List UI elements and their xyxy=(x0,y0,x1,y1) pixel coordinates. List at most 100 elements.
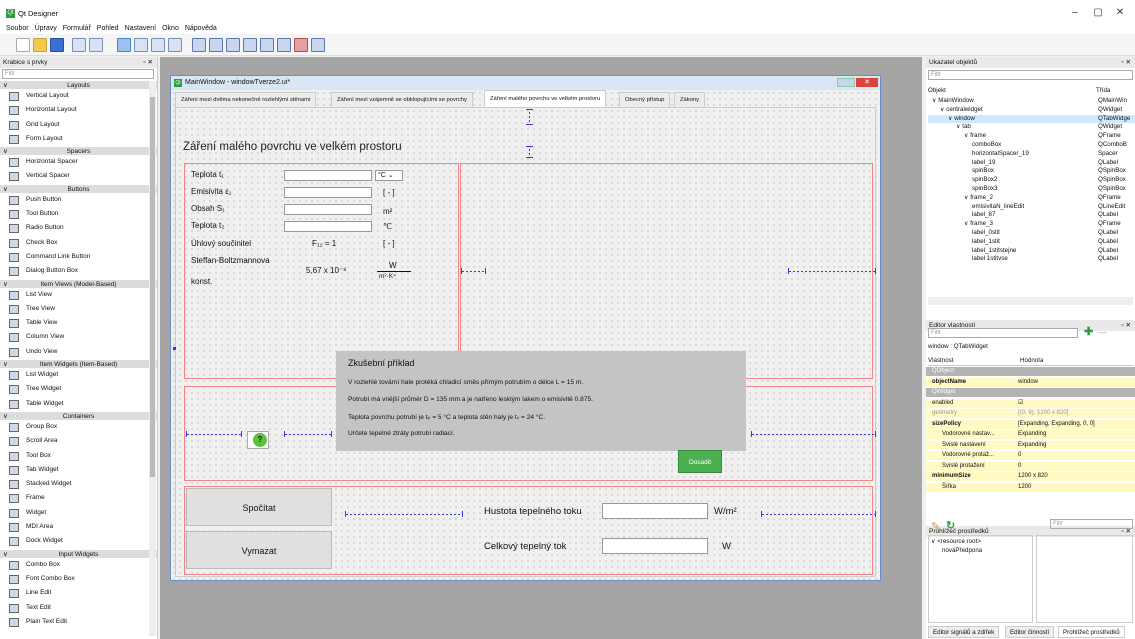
object-tree-row[interactable]: ∨ MainWindow QMainWin xyxy=(928,97,1135,106)
property-filter-input[interactable]: Filtr xyxy=(928,328,1078,338)
horizontal-spacer[interactable] xyxy=(761,511,876,517)
horizontal-spacer[interactable] xyxy=(186,431,242,437)
widget-item[interactable]: Combo Box xyxy=(0,558,157,572)
object-filter-input[interactable]: Filtr xyxy=(928,70,1133,80)
widget-item[interactable]: Tree View xyxy=(0,302,157,316)
tab-signal-editor[interactable]: Editor signálů a zdířek xyxy=(928,626,1000,638)
menu-okno[interactable]: Okno xyxy=(162,24,179,34)
edit-widgets-icon[interactable] xyxy=(117,38,131,52)
resource-root[interactable]: ∨ <resource root> xyxy=(931,538,981,545)
form-close-button[interactable]: ✕ xyxy=(856,78,878,87)
adjust-size-icon[interactable] xyxy=(311,38,325,52)
property-row[interactable]: QWidget xyxy=(926,388,1135,397)
property-row[interactable]: Šířka 1200 xyxy=(926,482,1135,492)
menu-nastaveni[interactable]: Nastavení xyxy=(125,24,157,34)
widget-item[interactable]: Tool Button xyxy=(0,207,157,221)
clear-button[interactable]: Vymazat xyxy=(186,531,332,569)
property-row[interactable]: Vodorovné nastav... Expanding xyxy=(926,430,1135,439)
object-tree-row[interactable]: label_87 QLabel xyxy=(928,211,1135,220)
property-row[interactable]: Svislé nastavení Expanding xyxy=(926,440,1135,450)
widget-item[interactable]: Horizontal Spacer xyxy=(0,155,157,169)
property-row[interactable]: Vodorovné protaž... 0 xyxy=(926,451,1135,460)
menu-soubor[interactable]: Soubor xyxy=(6,24,29,34)
compute-button[interactable]: Spočítat xyxy=(186,488,332,526)
edit-tab-order-icon[interactable] xyxy=(168,38,182,52)
remove-property-icon[interactable]: — xyxy=(1098,327,1107,337)
object-tree-hscrollbar[interactable] xyxy=(928,297,1133,305)
property-row[interactable]: QObject xyxy=(926,367,1135,376)
widget-item[interactable]: Check Box xyxy=(0,236,157,250)
property-row[interactable]: enabled ☑ xyxy=(926,398,1135,408)
object-tree-row[interactable]: ∨ frame_3 QFrame xyxy=(928,220,1135,229)
tab-obklopujici[interactable]: Záření mezi vzájemně se obklopujícími se… xyxy=(331,92,473,107)
menu-upravy[interactable]: Úpravy xyxy=(35,24,57,34)
category-header[interactable]: ∨ Buttons xyxy=(0,183,157,193)
tab-action-editor[interactable]: Editor činností xyxy=(1005,626,1055,638)
break-layout-icon[interactable] xyxy=(294,38,308,52)
widget-item[interactable]: Table View xyxy=(0,316,157,330)
widget-item[interactable]: Vertical Spacer xyxy=(0,169,157,183)
property-row[interactable]: minimumSize 1200 x 820 xyxy=(926,472,1135,481)
widget-item[interactable]: Dock Widget xyxy=(0,534,157,548)
edit-resources-icon[interactable]: ✎ xyxy=(931,520,940,533)
widget-item[interactable]: Grid Layout xyxy=(0,118,157,132)
object-tree-row[interactable]: ∨ window QTabWidge xyxy=(928,114,1135,124)
reload-icon[interactable]: ↻ xyxy=(946,519,955,532)
object-tree-row[interactable]: ∨ frame QFrame xyxy=(928,132,1135,141)
widget-item[interactable]: Push Button xyxy=(0,193,157,207)
widget-item[interactable]: MDI Area xyxy=(0,520,157,534)
property-row[interactable]: sizePolicy [Expanding, Expanding, 0, 0] xyxy=(926,419,1135,429)
dosadit-button[interactable]: Dosadit xyxy=(678,450,722,473)
category-header[interactable]: ∨ Containers xyxy=(0,410,157,420)
tab-maly-povrch[interactable]: Záření malého povrchu ve velkém prostoru xyxy=(484,90,607,107)
flux-output[interactable] xyxy=(602,503,708,519)
widget-item[interactable]: Font Combo Box xyxy=(0,572,157,586)
widget-item[interactable]: Command Link Button xyxy=(0,250,157,264)
widget-item[interactable]: Stacked Widget xyxy=(0,477,157,491)
minimize-button[interactable]: – xyxy=(1065,7,1085,18)
object-tree-row[interactable]: label_1stit QLabel xyxy=(928,238,1135,247)
form-minimize-button[interactable] xyxy=(837,78,855,87)
resize-handle[interactable] xyxy=(173,347,176,350)
menu-pohled[interactable]: Pohled xyxy=(97,24,119,34)
edit-buddies-icon[interactable] xyxy=(151,38,165,52)
widget-item[interactable]: List Widget xyxy=(0,368,157,382)
menu-napoveda[interactable]: Nápověda xyxy=(185,24,217,34)
layout-splitter-v-icon[interactable] xyxy=(243,38,257,52)
horizontal-spacer[interactable] xyxy=(788,268,876,274)
category-header[interactable]: ∨ Input Widgets xyxy=(0,548,157,558)
property-row[interactable]: Svislé protažení 0 xyxy=(926,461,1135,471)
tab-obecny-pristup[interactable]: Obecný přístup xyxy=(619,92,671,107)
widget-item[interactable]: Tab Widget xyxy=(0,463,157,477)
close-button[interactable]: ✕ xyxy=(1110,7,1130,18)
widget-item[interactable]: Frame xyxy=(0,491,157,505)
widget-item[interactable]: Radio Button xyxy=(0,221,157,235)
object-tree-row[interactable]: comboBox QComboB xyxy=(928,141,1135,150)
window-copy-icon[interactable] xyxy=(72,38,86,52)
teplota2-spinbox[interactable] xyxy=(284,221,372,232)
layout-splitter-h-icon[interactable] xyxy=(226,38,240,52)
horizontal-spacer[interactable] xyxy=(284,431,332,437)
add-property-icon[interactable]: ✚ xyxy=(1084,325,1093,338)
object-tree-row[interactable]: label_1stitstejne QLabel xyxy=(928,247,1135,256)
total-output[interactable] xyxy=(602,538,708,554)
widget-item[interactable]: Undo View xyxy=(0,345,157,359)
horizontal-spacer[interactable] xyxy=(751,431,876,437)
widget-item[interactable]: Plain Text Edit xyxy=(0,615,157,629)
category-header[interactable]: ∨ Item Widgets (Item-Based) xyxy=(0,359,157,369)
widget-item[interactable]: Tree Widget xyxy=(0,382,157,396)
save-icon[interactable] xyxy=(50,38,64,52)
tab-resource-browser[interactable]: Prohlížeč prostředků xyxy=(1058,626,1125,638)
object-tree-row[interactable]: spinBox QSpinBox xyxy=(928,167,1135,176)
object-tree-row[interactable]: ∨ tab QWidget xyxy=(928,123,1135,132)
widget-item[interactable]: Line Edit xyxy=(0,586,157,600)
object-tree-row[interactable]: label_0stit QLabel xyxy=(928,229,1135,238)
widget-item[interactable]: List View xyxy=(0,288,157,302)
object-tree-row[interactable]: label_19 QLabel xyxy=(928,159,1135,168)
new-file-icon[interactable] xyxy=(16,38,30,52)
widget-item[interactable]: Widget xyxy=(0,506,157,520)
teplota1-spinbox[interactable] xyxy=(284,170,372,181)
menu-formular[interactable]: Formulář xyxy=(63,24,91,34)
widget-item[interactable]: Column View xyxy=(0,330,157,344)
object-tree-row[interactable]: horizontalSpacer_19 Spacer xyxy=(928,150,1135,159)
